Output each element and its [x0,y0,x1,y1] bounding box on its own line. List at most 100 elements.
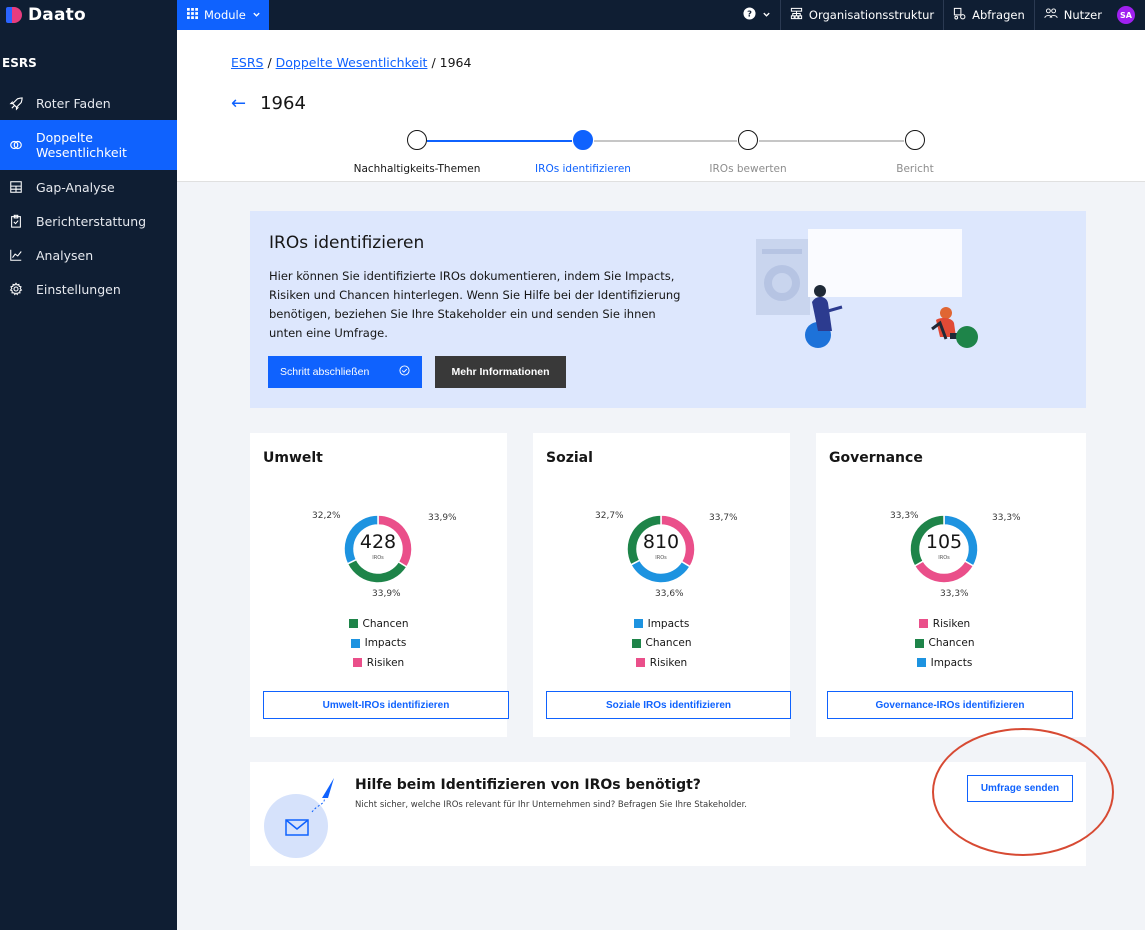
legend-swatch [635,658,645,668]
step-bericht[interactable]: Bericht [835,130,995,175]
legend-label: Chancen [645,637,692,650]
card-title: Governance [829,450,923,466]
donut-total: 105 [925,531,963,553]
step-nachhaltigkeits-themen[interactable]: Nachhaltigkeits-Themen [337,130,497,175]
org-structure-icon [790,7,803,23]
chart-icon [8,247,24,263]
pct-label: 33,9% [372,589,401,599]
breadcrumb-link-esrs[interactable]: ESRS [231,55,263,70]
legend-swatch [916,658,926,668]
step-label: IROs bewerten [709,163,787,175]
nutzer-button[interactable]: Nutzer [1033,0,1111,30]
identify-governance-iros-button[interactable]: Governance-IROs identifizieren [827,691,1073,719]
circles-icon [8,137,24,153]
sidebar-item-berichterstattung[interactable]: Berichterstattung [0,204,177,238]
module-switcher-button[interactable]: Module [177,0,269,30]
chevron-down-icon [252,8,261,22]
pct-label: 33,7% [709,513,738,523]
button-label: Schritt abschließen [280,366,370,378]
donut-chart: 810 IROs 32,7% 33,7% 33,6% [533,503,790,613]
breadcrumb-separator: / [431,55,440,70]
step-indicator [738,130,758,150]
legend-item: Risiken [533,653,790,673]
module-label: Module [204,8,246,22]
more-info-button[interactable]: Mehr Informationen [435,356,566,388]
identify-umwelt-iros-button[interactable]: Umwelt-IROs identifizieren [263,691,509,719]
grid-icon [8,179,24,195]
sidebar: Daato ESRS Roter Faden Doppelte Wesentli… [0,0,177,930]
chart-legend: Impacts Chancen Risiken [533,614,790,673]
sidebar-section-label: ESRS [2,56,37,70]
topbar-item-label: Organisationsstruktur [808,8,935,22]
legend-label: Impacts [364,637,407,650]
abfragen-button[interactable]: Abfragen [943,0,1034,30]
donut-slice-impacts [629,559,692,584]
breadcrumb-separator: / [267,55,276,70]
send-mail-illustration-icon [262,776,346,858]
step-indicator [905,130,925,150]
chevron-down-icon [762,8,771,22]
card-title: Umwelt [263,450,323,466]
sidebar-item-label: Gap-Analyse [36,179,115,195]
donut-unit: IROs [372,555,384,561]
daato-logo-icon [6,7,22,23]
step-iros-identifizieren[interactable]: IROs identifizieren [503,130,663,175]
intro-text: Hier können Sie identifizierte IROs doku… [269,269,681,340]
sidebar-item-gap-analyse[interactable]: Gap-Analyse [0,170,177,204]
legend-item: Chancen [533,634,790,654]
breadcrumb: ESRS / Doppelte Wesentlichkeit / 1964 [231,55,471,70]
breadcrumb-current: 1964 [439,55,472,70]
donut-slice-risiken [913,559,975,584]
legend-label: Impacts [930,656,973,669]
legend-label: Risiken [366,656,405,669]
pct-label: 33,3% [890,511,919,521]
sidebar-item-einstellungen[interactable]: Einstellungen [0,272,177,306]
gear-icon [8,281,24,297]
help-menu-button[interactable]: ? [734,0,780,30]
help-icon: ? [743,7,756,23]
identify-sozial-iros-button[interactable]: Soziale IROs identifizieren [546,691,791,719]
page-title: 1964 [260,93,306,114]
checkmark-circle-icon [399,365,410,379]
step-iros-bewerten[interactable]: IROs bewerten [668,130,828,175]
donut-total: 428 [359,531,397,553]
progress-stepper: Nachhaltigkeits-Themen IROs identifizier… [327,130,967,180]
presentation-illustration-icon [750,227,990,367]
donut-total: 810 [642,531,680,553]
donut-slice-chancen [346,558,408,584]
back-arrow-icon[interactable]: ← [231,93,246,114]
brand-name: Daato [28,5,86,25]
legend-item: Impacts [250,634,507,654]
user-avatar[interactable]: SA [1117,6,1135,24]
category-card-governance: Governance 105 IROs 33,3% 33,3% 33,3% Ri… [816,433,1086,737]
sidebar-item-analysen[interactable]: Analysen [0,238,177,272]
card-title: Sozial [546,450,593,466]
sidebar-item-label: Berichterstattung [36,213,147,229]
sidebar-nav: Roter Faden Doppelte Wesentlichkeit Gap-… [0,86,177,306]
legend-item: Risiken [250,653,507,673]
legend-item: Chancen [816,634,1073,654]
step-indicator [573,130,593,150]
rocket-icon [8,95,24,111]
pct-label: 33,3% [992,513,1021,523]
legend-label: Risiken [649,656,688,669]
sidebar-item-roter-faden[interactable]: Roter Faden [0,86,177,120]
chart-legend: Risiken Chancen Impacts [816,614,1073,673]
sidebar-item-label: Einstellungen [36,281,121,297]
clipboard-icon [8,213,24,229]
organisationsstruktur-button[interactable]: Organisationsstruktur [779,0,943,30]
pct-label: 32,7% [595,511,624,521]
intro-banner: IROs identifizieren Hier können Sie iden… [250,211,1086,408]
topbar-actions: ? Organisationsstruktur Abfragen Nutzer … [734,0,1145,30]
sidebar-item-doppelte-wesentlichkeit[interactable]: Doppelte Wesentlichkeit [0,120,177,170]
topbar: Module ? Organisationsstruktur Abfragen [177,0,1145,30]
legend-swatch [350,638,360,648]
donut-chart: 105 IROs 33,3% 33,3% 33,3% [816,503,1073,613]
legend-label: Risiken [932,617,971,630]
step-label: Bericht [896,163,934,175]
page-header: ESRS / Doppelte Wesentlichkeit / 1964 ← … [177,30,1145,182]
complete-step-button[interactable]: Schritt abschließen [268,356,422,388]
brand[interactable]: Daato [0,0,177,30]
breadcrumb-link-doppelte-wesentlichkeit[interactable]: Doppelte Wesentlichkeit [276,55,428,70]
svg-text:?: ? [747,9,752,19]
